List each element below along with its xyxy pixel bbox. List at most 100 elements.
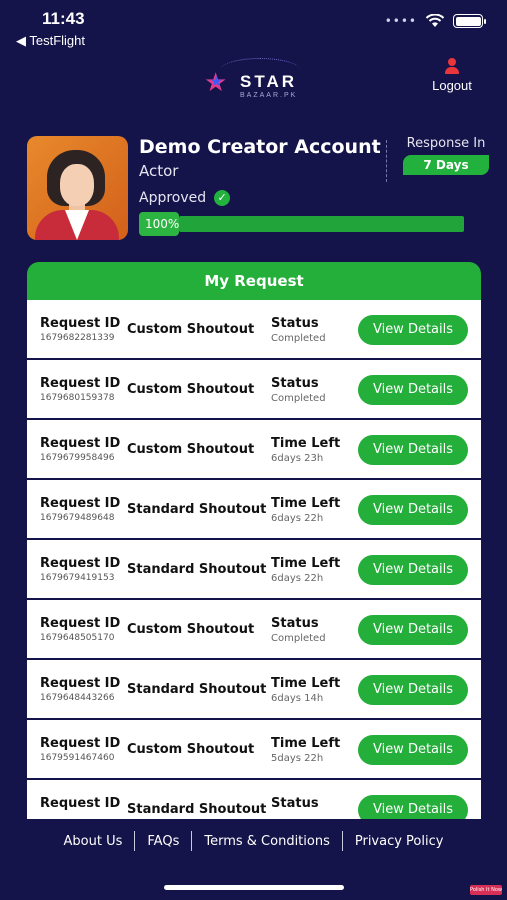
footer-link[interactable]: FAQs — [135, 834, 191, 849]
request-row: Request ID 1679591467460 Custom Shoutout Ti… — [27, 720, 481, 778]
request-row: Request ID 1679682281339 Custom Shoutout St… — [27, 300, 481, 358]
status-icons: •••• — [384, 14, 486, 28]
request-id-label: Request ID — [40, 616, 121, 631]
checkmark-icon: ✓ — [214, 190, 231, 206]
logo-subtext: BAZAAR.PK — [240, 92, 298, 99]
request-id: Request ID 1679679958496 — [40, 436, 120, 463]
progress-label: 100% — [139, 212, 179, 236]
status-time: 11:43 — [42, 9, 85, 28]
request-status-label: Time Left — [271, 676, 341, 691]
request-id-label: Request ID — [40, 556, 121, 571]
wifi-icon — [425, 14, 445, 27]
battery-icon — [453, 14, 486, 28]
request-id-value: 1679680159378 — [40, 393, 115, 403]
request-id-value: 1679682281339 — [40, 333, 115, 343]
request-status-value: Completed — [271, 393, 326, 404]
account-role: Actor — [139, 162, 179, 180]
request-row: Request ID 1679648443266 Standard Shoutout… — [27, 660, 481, 718]
request-status-value: Completed — [271, 633, 326, 644]
view-details-button[interactable]: View Details — [358, 435, 468, 465]
request-id: Request ID 1679682281339 — [40, 316, 120, 343]
view-details-button[interactable]: View Details — [358, 795, 468, 822]
request-type: Custom Shoutout — [127, 622, 255, 637]
request-id-label: Request ID — [40, 736, 121, 751]
view-details-button[interactable]: View Details — [358, 555, 468, 585]
watermark: Polish It Now — [470, 885, 502, 895]
request-status-value: Completed — [271, 333, 326, 344]
request-id: Request ID — [40, 796, 120, 813]
my-request-panel: My Request Request ID 1679682281339 Custom… — [27, 262, 481, 822]
approved-label: Approved — [139, 190, 207, 206]
view-details-button[interactable]: View Details — [358, 735, 468, 765]
request-status-value: 5days 22h — [271, 753, 324, 764]
view-details-button[interactable]: View Details — [358, 675, 468, 705]
request-id-value: 1679591467460 — [40, 753, 115, 763]
request-row: Request ID Standard Shoutout Status View De… — [27, 780, 481, 822]
request-type: Standard Shoutout — [127, 562, 267, 577]
request-id-label: Request ID — [40, 496, 121, 511]
request-type: Custom Shoutout — [127, 442, 255, 457]
request-status: Time Left 6days 22h — [271, 496, 340, 524]
request-id: Request ID 1679591467460 — [40, 736, 120, 763]
request-status-label: Time Left — [271, 736, 341, 751]
home-indicator[interactable] — [164, 885, 344, 890]
request-status-label: Time Left — [271, 496, 341, 511]
request-status: Status Completed — [271, 316, 326, 344]
request-status-label: Time Left — [271, 556, 341, 571]
request-status: Status — [271, 796, 319, 813]
signal-icon: •••• — [384, 14, 417, 28]
request-id: Request ID 1679679489648 — [40, 496, 120, 523]
request-id-label: Request ID — [40, 376, 121, 391]
request-status-label: Status — [271, 616, 319, 631]
request-id-value: 1679648443266 — [40, 693, 115, 703]
response-time: Response In 7 Days — [400, 136, 492, 175]
request-status: Time Left 6days 22h — [271, 556, 340, 584]
request-list[interactable]: Request ID 1679682281339 Custom Shoutout St… — [27, 300, 481, 822]
star-bazaar-logo: ★ ★ STAR BAZAAR.PK — [200, 58, 310, 104]
logo-text: STAR — [240, 72, 298, 91]
status-bar: 11:43 ◀ TestFlight •••• — [0, 0, 507, 52]
request-status: Time Left 5days 22h — [271, 736, 340, 764]
request-type: Custom Shoutout — [127, 742, 255, 757]
view-details-button[interactable]: View Details — [358, 315, 468, 345]
request-id: Request ID 1679648443266 — [40, 676, 120, 703]
request-status-label: Time Left — [271, 436, 341, 451]
footer-link[interactable]: Privacy Policy — [343, 834, 456, 849]
panel-title: My Request — [27, 262, 481, 300]
divider — [386, 140, 387, 182]
response-badge: 7 Days — [403, 155, 489, 175]
request-id: Request ID 1679648505170 — [40, 616, 120, 643]
request-row: Request ID 1679679958496 Custom Shoutout Ti… — [27, 420, 481, 478]
request-status-value: 6days 23h — [271, 453, 324, 464]
request-row: Request ID 1679648505170 Custom Shoutout St… — [27, 600, 481, 658]
footer-link[interactable]: About Us — [52, 834, 135, 849]
account-name: Demo Creator Account — [139, 136, 381, 158]
request-id-value: 1679648505170 — [40, 633, 115, 643]
logout-button[interactable]: Logout — [417, 58, 487, 93]
back-to-testflight-link[interactable]: ◀ TestFlight — [16, 33, 85, 49]
avatar — [27, 136, 128, 240]
request-status: Time Left 6days 23h — [271, 436, 340, 464]
request-id-value: 1679679489648 — [40, 513, 115, 523]
logout-label: Logout — [432, 78, 472, 93]
request-type: Standard Shoutout — [127, 802, 267, 817]
request-status-value: 6days 22h — [271, 573, 324, 584]
approval-status: Approved ✓ — [139, 190, 231, 206]
request-id-label: Request ID — [40, 436, 121, 451]
request-row: Request ID 1679679419153 Standard Shoutout… — [27, 540, 481, 598]
user-icon — [444, 58, 460, 74]
request-status: Status Completed — [271, 616, 326, 644]
request-id-label: Request ID — [40, 676, 121, 691]
view-details-button[interactable]: View Details — [358, 375, 468, 405]
request-id: Request ID 1679679419153 — [40, 556, 120, 583]
request-type: Standard Shoutout — [127, 502, 267, 517]
request-status-label: Status — [271, 376, 319, 391]
footer-link[interactable]: Terms & Conditions — [192, 834, 342, 849]
request-type: Custom Shoutout — [127, 322, 255, 337]
view-details-button[interactable]: View Details — [358, 495, 468, 525]
request-type: Standard Shoutout — [127, 682, 267, 697]
footer-links: About Us FAQs Terms & Conditions Privacy Po… — [0, 831, 507, 851]
request-id: Request ID 1679680159378 — [40, 376, 120, 403]
view-details-button[interactable]: View Details — [358, 615, 468, 645]
profile-progress-bar: 100% — [139, 212, 464, 236]
